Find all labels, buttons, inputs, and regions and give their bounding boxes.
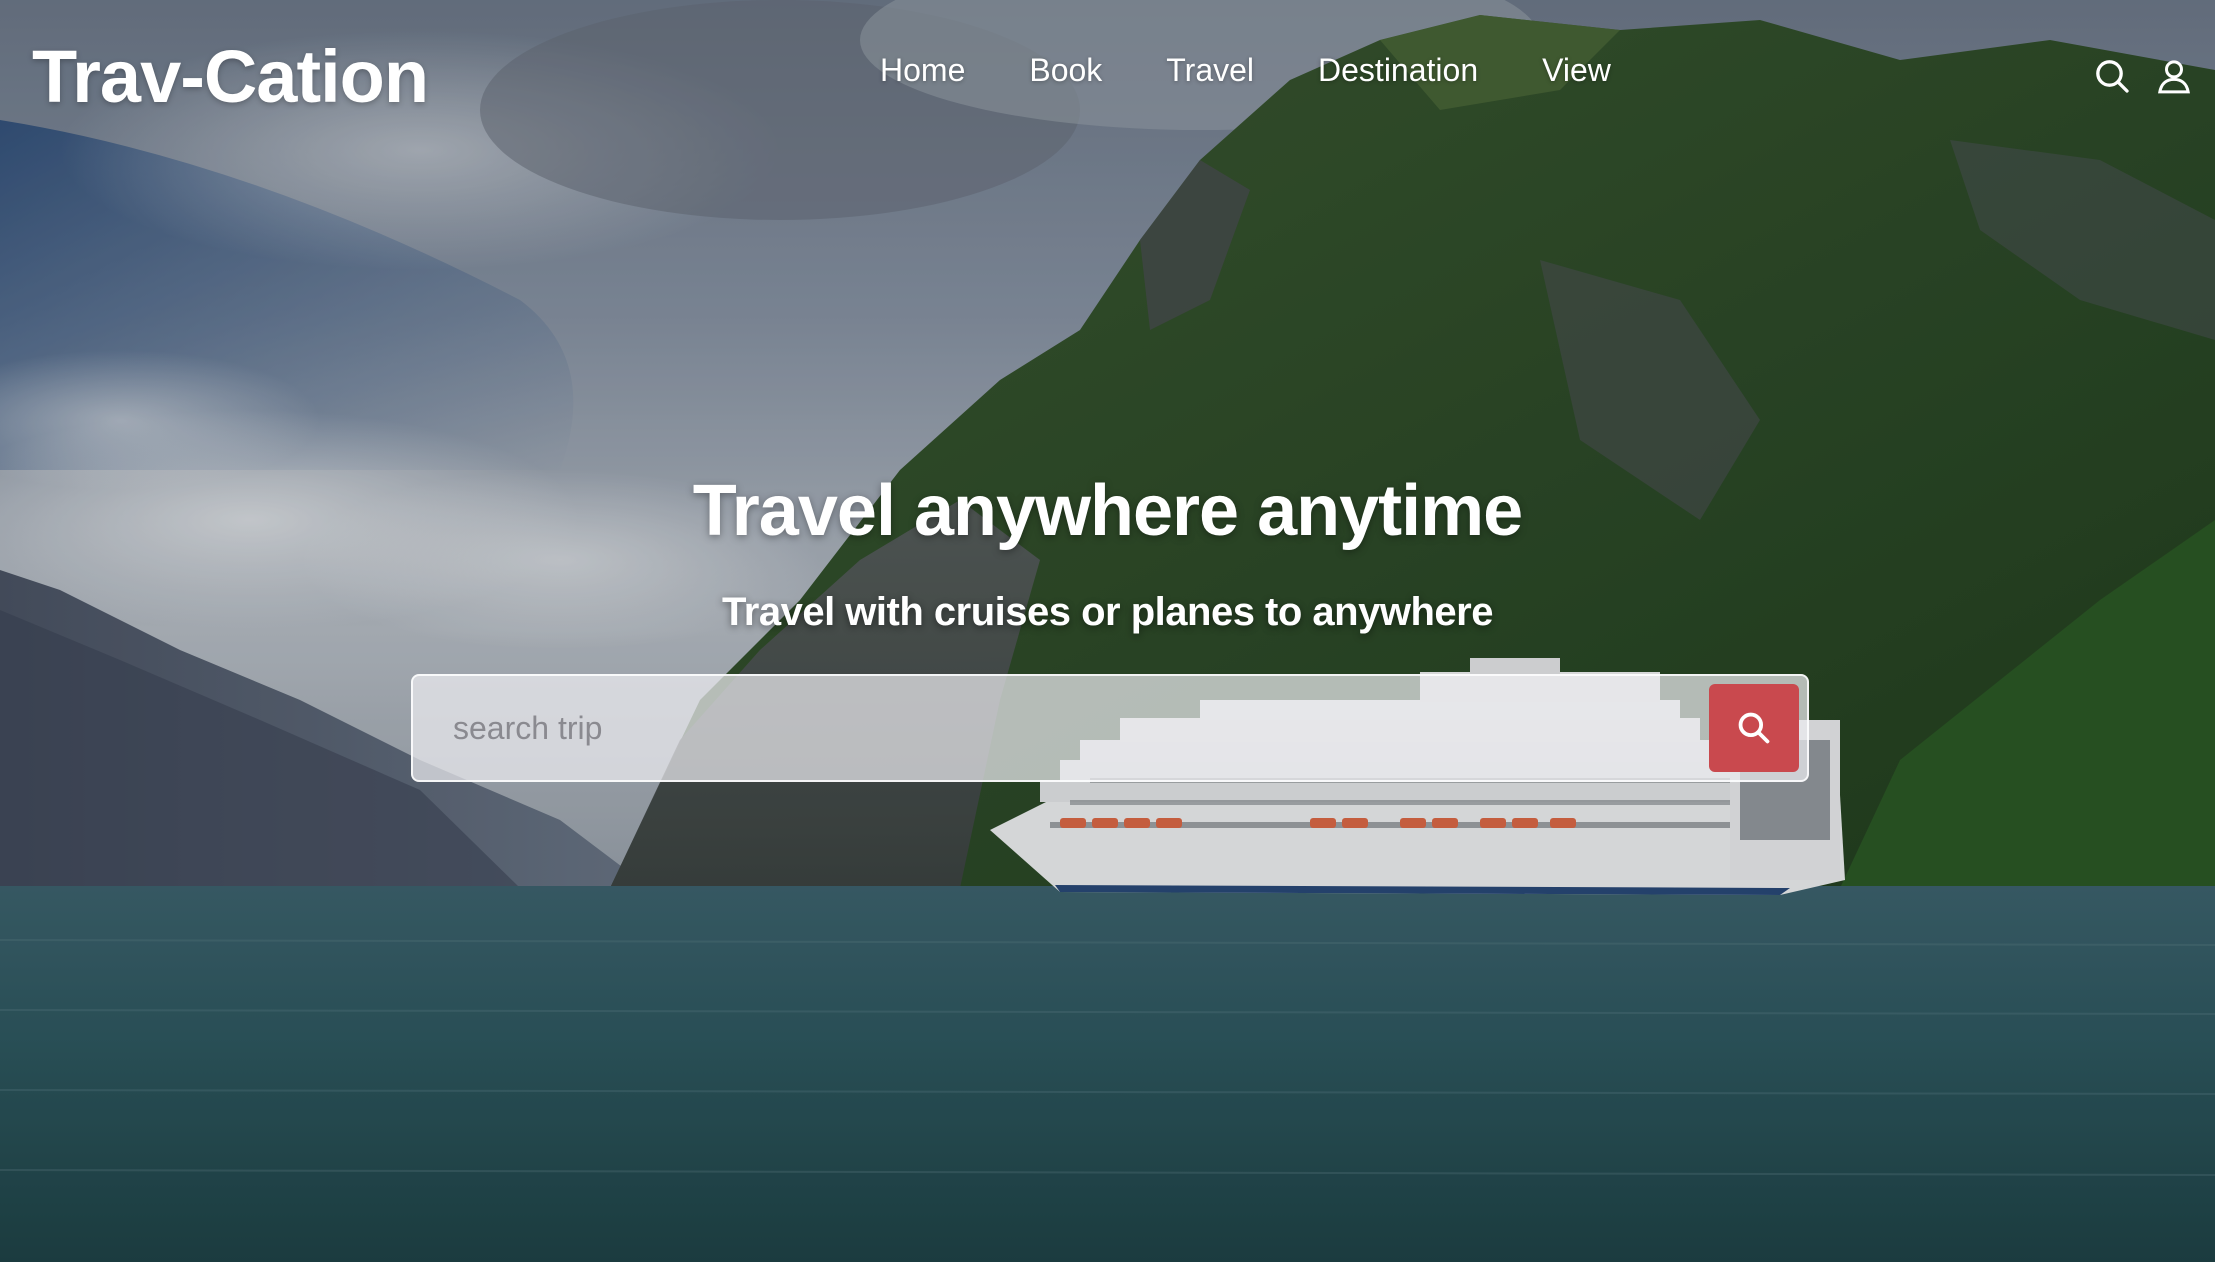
search-icon[interactable] [2092, 56, 2132, 96]
trip-search-bar [411, 674, 1809, 782]
nav-link-book[interactable]: Book [1029, 52, 1102, 89]
main-nav: Home Book Travel Destination View [880, 52, 1611, 89]
header-actions [2092, 56, 2194, 96]
nav-link-view[interactable]: View [1542, 52, 1611, 89]
nav-link-home[interactable]: Home [880, 52, 965, 89]
hero-section: Travel anywhere anytime Travel with crui… [0, 470, 2215, 635]
nav-link-destination[interactable]: Destination [1318, 52, 1478, 89]
nav-link-travel[interactable]: Travel [1166, 52, 1254, 89]
hero-subtitle: Travel with cruises or planes to anywher… [722, 590, 1493, 634]
user-icon[interactable] [2154, 56, 2194, 96]
search-icon [1738, 712, 1770, 744]
search-trip-input[interactable] [413, 676, 1703, 780]
search-submit-button[interactable] [1709, 684, 1799, 772]
hero-title: Travel anywhere anytime [692, 471, 1523, 551]
site-logo[interactable]: Trav-Cation [32, 34, 429, 119]
site-header: Trav-Cation Home Book Travel Destination… [0, 0, 2215, 154]
